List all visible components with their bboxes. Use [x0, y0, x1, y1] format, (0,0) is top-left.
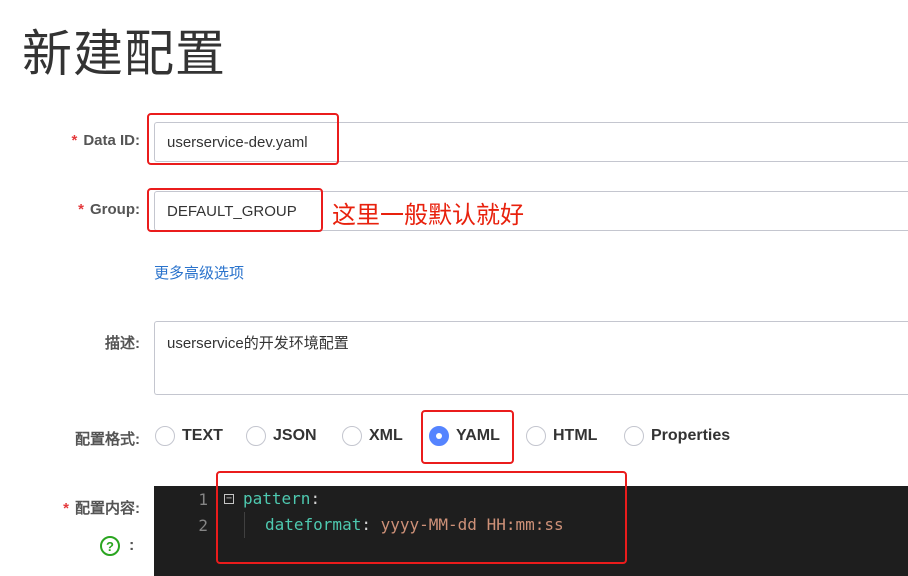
- format-option-label: HTML: [553, 427, 598, 444]
- data-id-label: * Data ID:: [0, 132, 140, 149]
- advanced-options-link[interactable]: 更多高级选项: [154, 262, 244, 283]
- radio-circle: [155, 426, 175, 446]
- format-option-label: Properties: [651, 427, 731, 444]
- format-radio-json[interactable]: JSON: [246, 424, 317, 448]
- format-option-label: TEXT: [182, 427, 223, 444]
- required-mark: *: [78, 201, 84, 218]
- format-option-label: XML: [369, 427, 403, 444]
- description-textarea[interactable]: userservice的开发环境配置: [154, 321, 908, 395]
- data-id-highlight-box: [147, 113, 339, 165]
- page-title: 新建配置: [22, 25, 226, 83]
- line-number: 1: [198, 490, 208, 509]
- group-highlight-box: [147, 188, 323, 232]
- radio-circle: [246, 426, 266, 446]
- content-label-text: 配置内容:: [75, 500, 140, 517]
- required-mark: *: [63, 500, 69, 517]
- data-id-label-text: Data ID:: [83, 132, 140, 149]
- format-radio-html[interactable]: HTML: [526, 424, 597, 448]
- yaml-highlight-box: [421, 410, 514, 464]
- format-radio-text[interactable]: TEXT: [155, 424, 223, 448]
- format-option-label: JSON: [273, 427, 317, 444]
- line-number: 2: [198, 516, 208, 535]
- format-radio-properties[interactable]: Properties: [624, 424, 730, 448]
- question-circle-icon[interactable]: ?: [100, 536, 120, 556]
- format-radio-xml[interactable]: XML: [342, 424, 403, 448]
- help-colon: :: [129, 537, 135, 554]
- content-help: ? :: [100, 536, 134, 556]
- group-label-text: Group:: [90, 201, 140, 218]
- radio-circle: [624, 426, 644, 446]
- radio-circle: [342, 426, 362, 446]
- group-annotation: 这里一般默认就好: [332, 201, 524, 229]
- description-label: 描述:: [105, 335, 140, 352]
- content-highlight-box: [216, 471, 627, 564]
- group-label: * Group:: [0, 201, 140, 218]
- content-label: * 配置内容:: [0, 497, 140, 518]
- format-label: 配置格式:: [75, 431, 140, 448]
- radio-circle: [526, 426, 546, 446]
- required-mark: *: [71, 132, 78, 149]
- description-value: userservice的开发环境配置: [167, 335, 349, 352]
